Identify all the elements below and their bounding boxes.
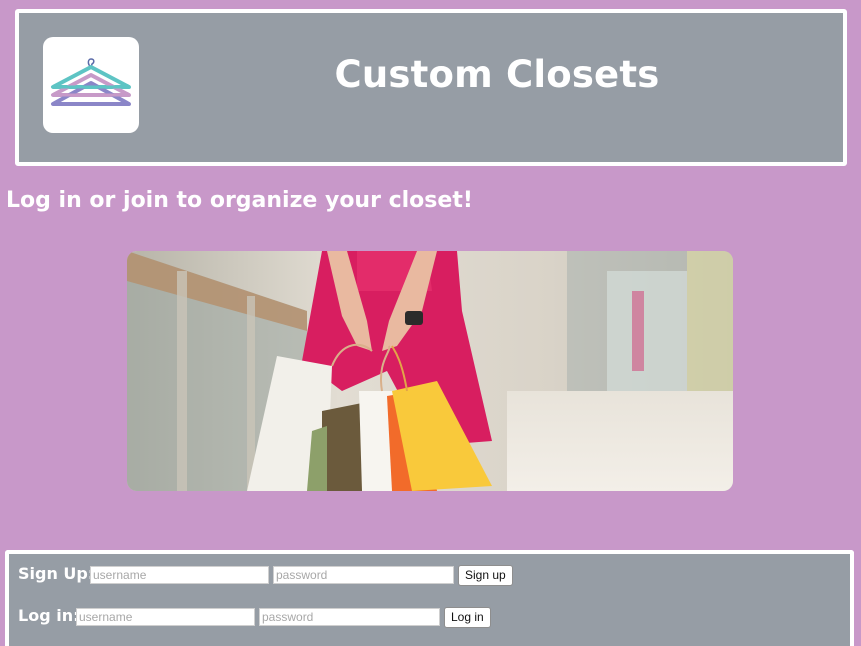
hanger-logo-icon xyxy=(43,37,139,133)
signup-password-input[interactable] xyxy=(273,566,454,584)
auth-panel: Sign Up: Sign up Log in: Log in xyxy=(5,550,854,646)
page-title: Custom Closets xyxy=(334,53,660,96)
tagline: Log in or join to organize your closet! xyxy=(6,188,473,213)
signup-username-input[interactable] xyxy=(90,566,269,584)
signup-button[interactable]: Sign up xyxy=(458,565,513,586)
site-header: Custom Closets xyxy=(15,9,847,166)
signup-label: Sign Up: xyxy=(18,564,95,583)
login-username-input[interactable] xyxy=(76,608,255,626)
login-label: Log in: xyxy=(18,606,80,625)
login-password-input[interactable] xyxy=(259,608,440,626)
login-button[interactable]: Log in xyxy=(444,607,491,628)
shopping-bags-photo xyxy=(127,251,733,491)
